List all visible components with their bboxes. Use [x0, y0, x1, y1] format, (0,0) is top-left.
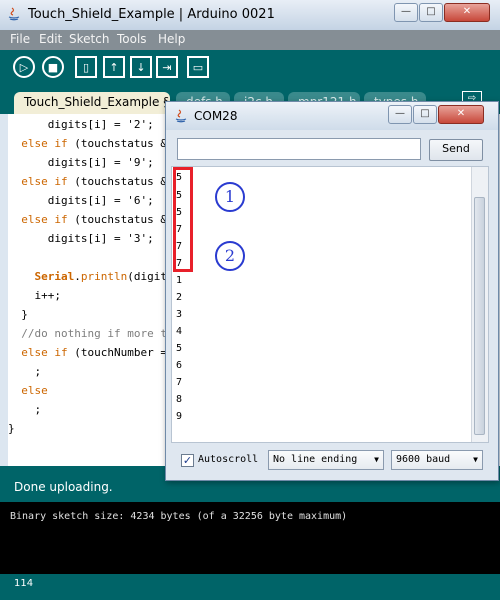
- line-ending-select[interactable]: No line ending ▼: [268, 450, 384, 470]
- output-line: 4: [176, 326, 183, 337]
- close-button[interactable]: ✕: [444, 3, 490, 22]
- java-icon: [8, 7, 20, 21]
- output-line: 2: [176, 292, 183, 303]
- scrollbar-thumb[interactable]: [474, 197, 485, 435]
- java-icon: [175, 109, 187, 123]
- window-title: Touch_Shield_Example | Arduino 0021: [28, 7, 275, 22]
- serial-close-button[interactable]: ✕: [438, 105, 484, 124]
- scrollbar[interactable]: [471, 167, 488, 442]
- annotation-circle: 2: [215, 241, 245, 271]
- menu-tools[interactable]: Tools: [117, 32, 147, 46]
- serial-send-input[interactable]: [177, 138, 421, 160]
- baud-rate-value: 9600 baud: [396, 454, 451, 465]
- line-number: 114: [14, 578, 34, 589]
- code-line: ;: [8, 365, 42, 378]
- save-icon[interactable]: ↓: [130, 56, 152, 78]
- toolbar: ▷ ■ ▯ ↑ ↓ ⇥ ▭: [0, 50, 500, 86]
- menu-edit[interactable]: Edit: [39, 32, 62, 46]
- baud-rate-select[interactable]: 9600 baud ▼: [391, 450, 483, 470]
- menu-file[interactable]: File: [10, 32, 30, 46]
- output-line: 3: [176, 309, 183, 320]
- serial-maximize-button[interactable]: □: [413, 105, 437, 124]
- output-line: 5: [176, 343, 183, 354]
- maximize-button[interactable]: □: [419, 3, 443, 22]
- serial-output: 5 5 5 7 7 7 1 2 3 4 5 6 7 8 9 1 2: [171, 166, 489, 443]
- run-icon[interactable]: ▷: [13, 56, 35, 78]
- code-line: }: [8, 422, 15, 435]
- serial-window-title: COM28: [194, 109, 238, 123]
- autoscroll-label: Autoscroll: [198, 454, 259, 465]
- menu-sketch[interactable]: Sketch: [69, 32, 109, 46]
- code-line: digits[i] = '3';: [8, 232, 154, 245]
- code-comment: //do nothing if more th: [8, 327, 174, 340]
- code-line: i++;: [8, 289, 61, 302]
- console-text: Binary sketch size: 4234 bytes (of a 322…: [10, 511, 348, 522]
- new-icon[interactable]: ▯: [75, 56, 97, 78]
- serial-minimize-button[interactable]: —: [388, 105, 412, 124]
- code-line: else if (touchNumber ==: [8, 346, 174, 359]
- code-line: digits[i] = '6';: [8, 194, 154, 207]
- upload-icon[interactable]: ⇥: [156, 56, 178, 78]
- code-line: digits[i] = '9';: [8, 156, 154, 169]
- serial-monitor-icon[interactable]: ▭: [187, 56, 209, 78]
- minimize-button[interactable]: —: [394, 3, 418, 22]
- code-line: ;: [8, 403, 42, 416]
- open-icon[interactable]: ↑: [103, 56, 125, 78]
- send-button[interactable]: Send: [429, 139, 483, 161]
- code-line: else if (touchstatus &: [8, 175, 167, 188]
- code-line: digits[i] = '2';: [8, 118, 154, 131]
- stop-icon[interactable]: ■: [42, 56, 64, 78]
- serial-options-bar: ✓ Autoscroll No line ending ▼ 9600 baud …: [166, 446, 498, 480]
- output-line: 7: [176, 377, 183, 388]
- annotation-circle: 1: [215, 182, 245, 212]
- line-ending-value: No line ending: [273, 454, 358, 465]
- chevron-down-icon: ▼: [374, 455, 379, 464]
- output-line: 8: [176, 394, 183, 405]
- code-line: Serial.println(digit: [34, 270, 167, 283]
- console-output: Binary sketch size: 4234 bytes (of a 322…: [0, 502, 500, 574]
- menubar: File Edit Sketch Tools Help: [0, 30, 500, 50]
- status-message: Done uploading.: [14, 480, 113, 494]
- output-line: 6: [176, 360, 183, 371]
- highlight-box: [173, 167, 193, 272]
- output-line: 1: [176, 275, 183, 286]
- main-titlebar[interactable]: Touch_Shield_Example | Arduino 0021 — □ …: [0, 0, 500, 31]
- code-line: }: [8, 308, 28, 321]
- serial-monitor-window: COM28 — □ ✕ Send 5 5 5 7 7 7 1 2 3 4 5 6…: [165, 101, 499, 481]
- menu-help[interactable]: Help: [158, 32, 185, 46]
- autoscroll-checkbox[interactable]: ✓: [181, 454, 194, 467]
- chevron-down-icon: ▼: [473, 455, 478, 464]
- code-line: else if (touchstatus &: [8, 213, 167, 226]
- code-line: else if (touchstatus &: [8, 137, 167, 150]
- code-line: else: [8, 384, 48, 397]
- footer: 114: [0, 574, 500, 600]
- output-line: 9: [176, 411, 183, 422]
- serial-titlebar[interactable]: COM28 — □ ✕: [166, 102, 498, 130]
- tab-touch-shield-example[interactable]: Touch_Shield_Example §: [14, 92, 170, 114]
